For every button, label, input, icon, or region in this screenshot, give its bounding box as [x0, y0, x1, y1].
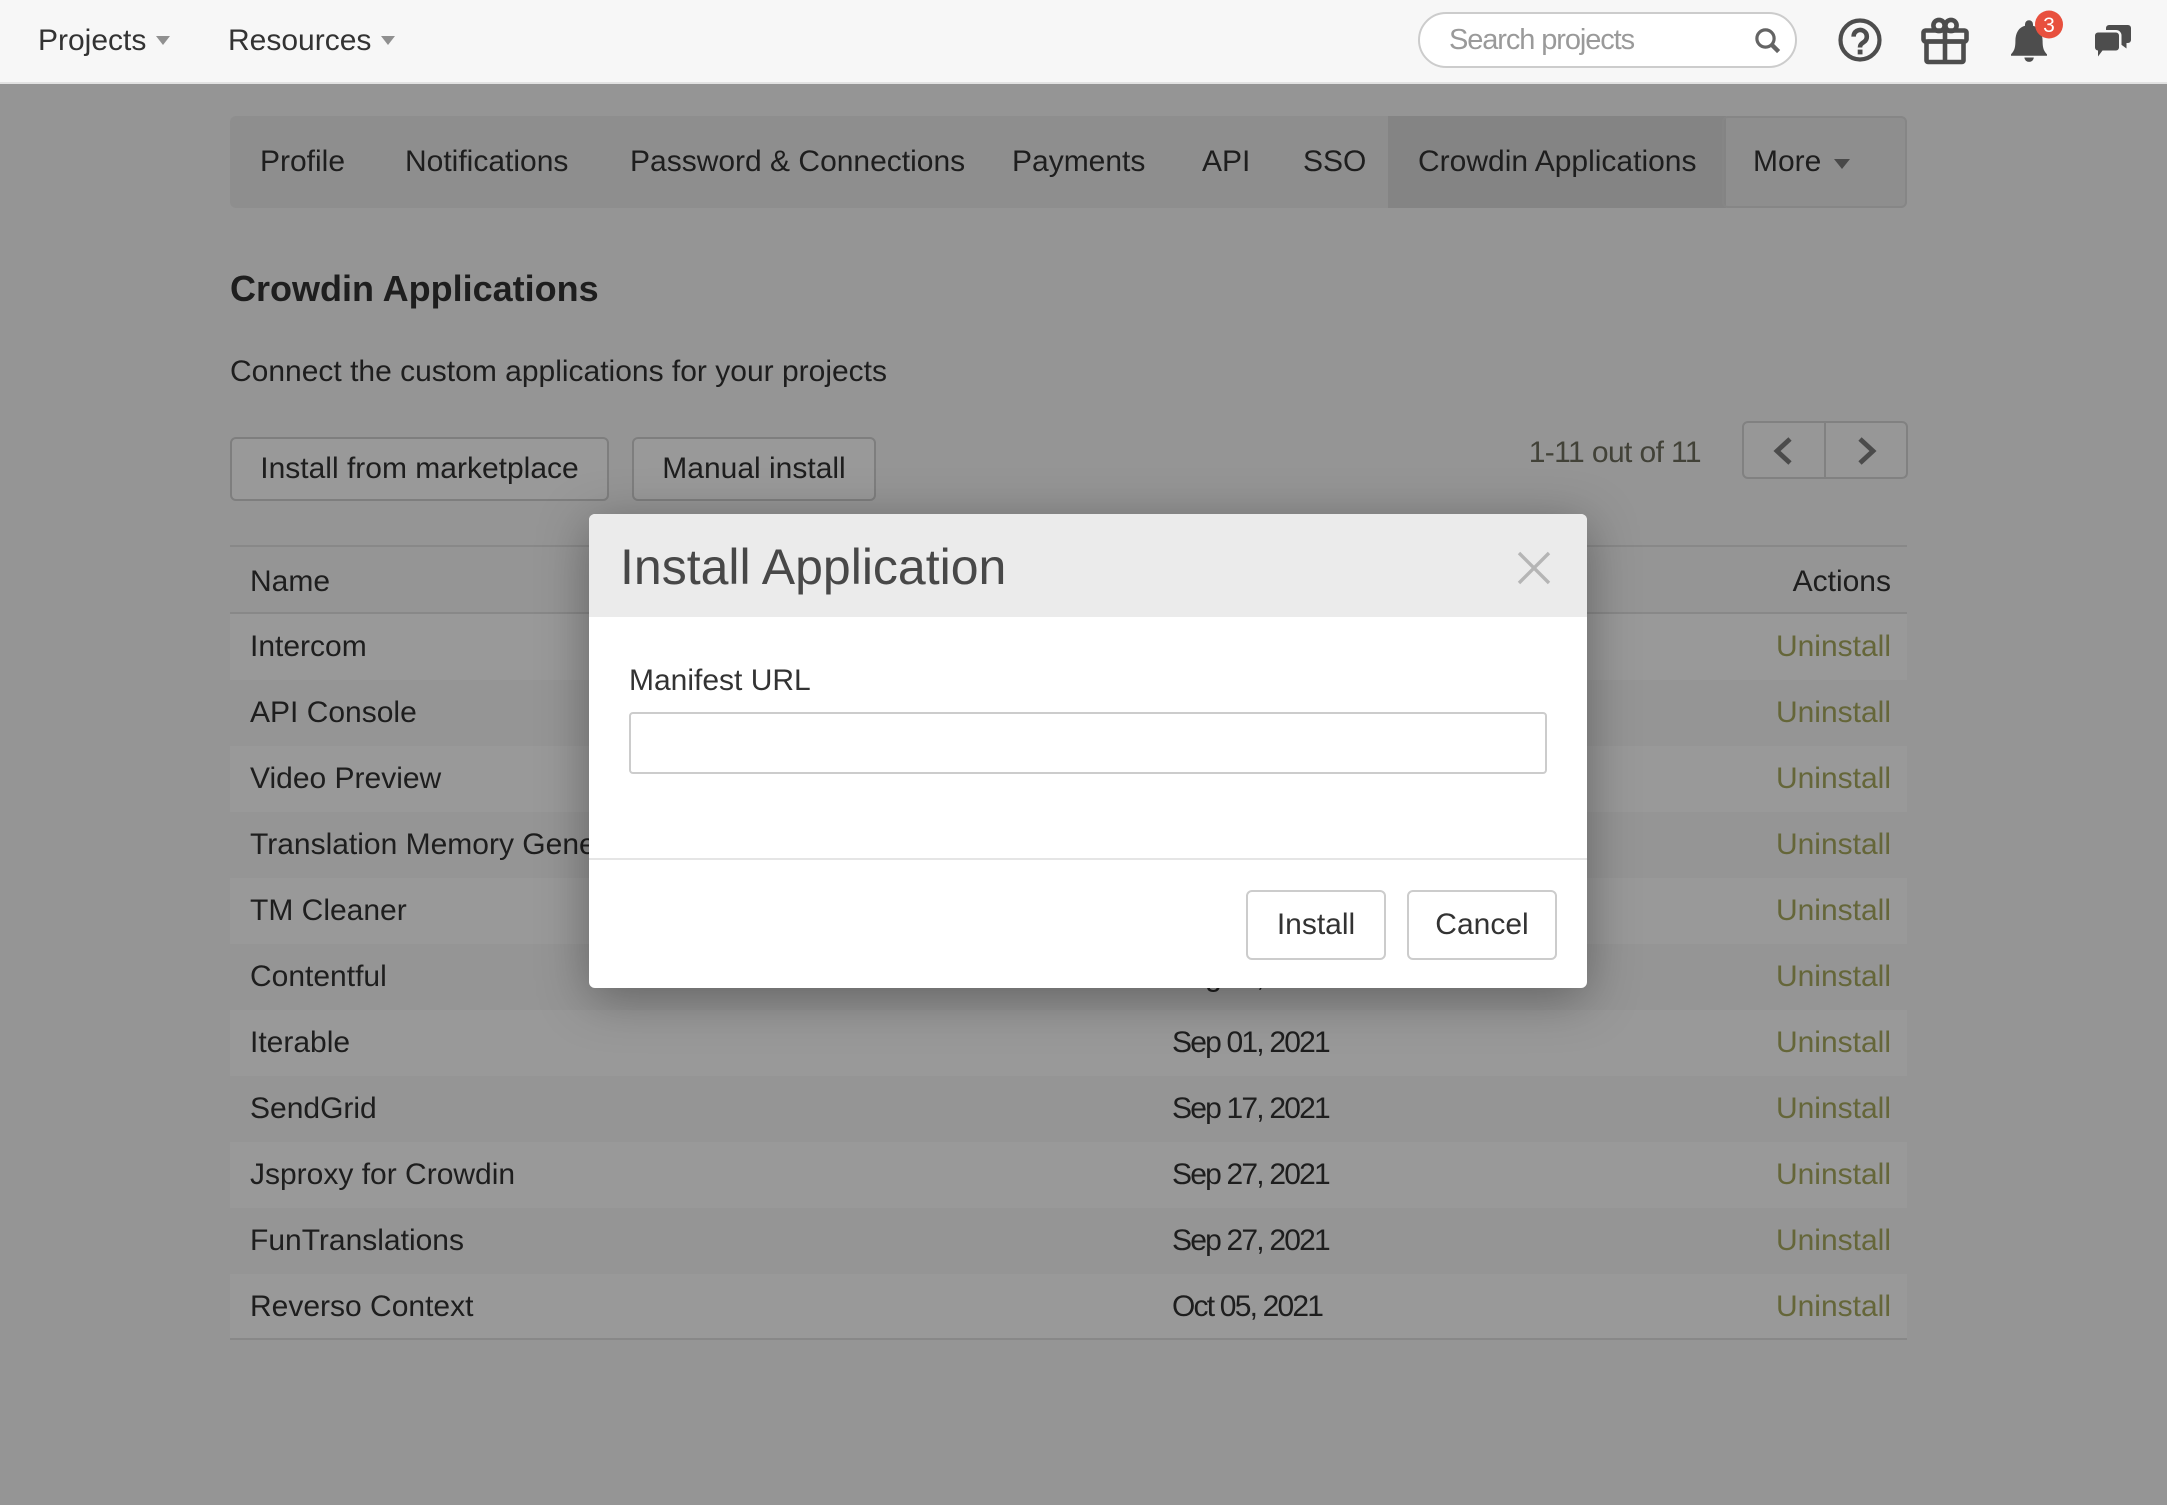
svg-text:3: 3 [2043, 14, 2055, 37]
